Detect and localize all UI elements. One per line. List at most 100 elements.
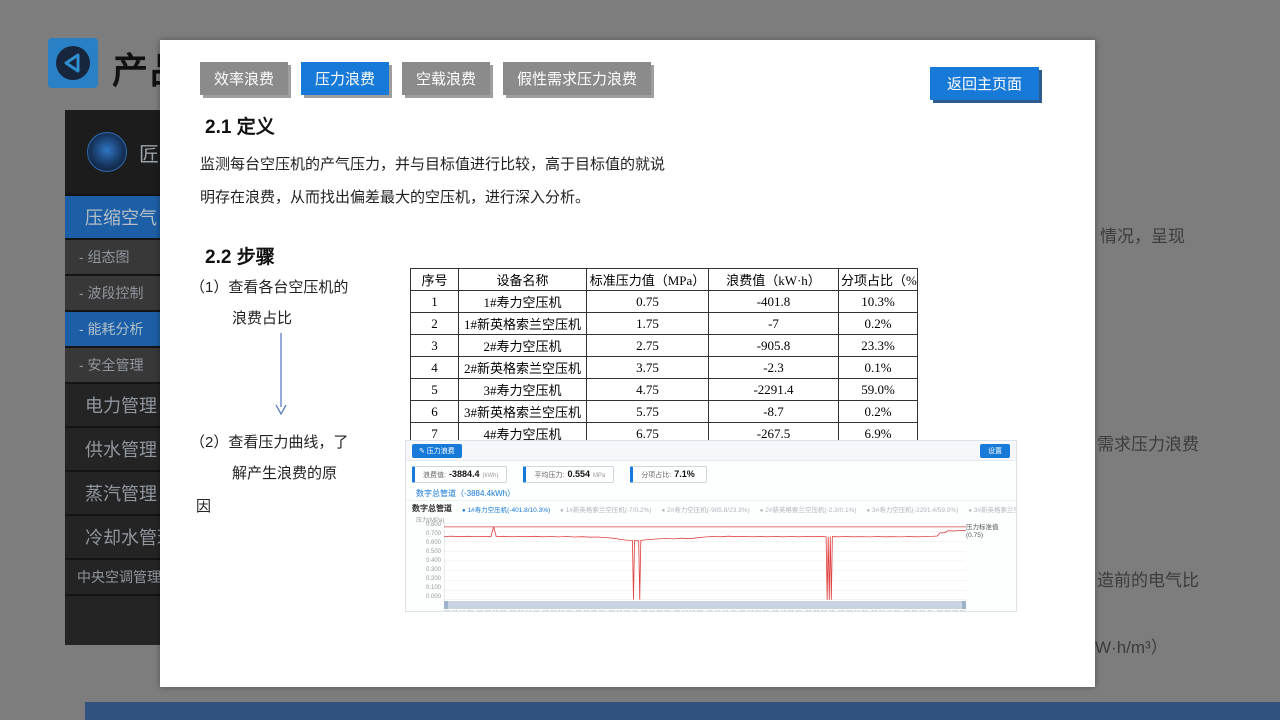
- table-cell: 3.75: [587, 357, 709, 379]
- table-cell: 3#寿力空压机: [459, 379, 587, 401]
- table-cell: -401.8: [709, 291, 839, 313]
- content-panel: 效率浪费 压力浪费 空载浪费 假性需求压力浪费 返回主页面 2.1 定义 监测每…: [160, 40, 1095, 687]
- legend-dot-icon: ●: [462, 508, 466, 514]
- slider-right-handle[interactable]: [962, 601, 966, 609]
- legend-title: 数字总管道: [412, 503, 452, 514]
- time-range-slider[interactable]: [444, 601, 966, 609]
- y-tick-label: 0.300: [410, 567, 441, 573]
- legend-item[interactable]: ● 2#新英格索兰空压机(-2.3/0.1%): [760, 504, 857, 514]
- page-bottom-bar: [85, 702, 1280, 720]
- stat-average-pressure: 平均压力: 0.554 MPa: [523, 466, 614, 483]
- main-pipe-link[interactable]: 数字总管道（-3884.4kWh）: [416, 488, 1016, 499]
- table-cell: 5.75: [587, 401, 709, 423]
- x-tick-label: 02-06 10:25: [543, 610, 572, 612]
- down-arrow-icon: [274, 333, 288, 415]
- chart-series: [444, 527, 966, 600]
- table-cell: 23.3%: [839, 335, 918, 357]
- settings-button[interactable]: 设置: [980, 444, 1010, 458]
- legend-dot-icon: ●: [867, 508, 871, 514]
- back-icon: [54, 44, 92, 82]
- slider-left-handle[interactable]: [444, 601, 448, 609]
- table-cell: 0.2%: [839, 401, 918, 423]
- table-cell: 2#新英格索兰空压机: [459, 357, 587, 379]
- table-cell: -7: [709, 313, 839, 335]
- back-button[interactable]: [48, 38, 98, 88]
- legend-item[interactable]: ● 3#新英格索兰空压机(-8.7/0.2%): [968, 504, 1016, 514]
- x-tick-label: 02-26 06:45: [904, 610, 933, 612]
- x-tick-label: 02-13 15:20: [674, 610, 703, 612]
- brand-logo-icon: [87, 132, 127, 172]
- pressure-curve-screenshot: ✎ 压力浪费 设置 浪费值: -3884.4 (kWh) 平均压力: 0.554…: [405, 440, 1017, 612]
- background-text-fragment: 情况，呈现: [1100, 222, 1185, 247]
- legend-dot-icon: ●: [760, 508, 764, 514]
- x-tick-label: 02-20 20:45: [805, 610, 834, 612]
- table-cell: -2291.4: [709, 379, 839, 401]
- table-row: 21#新英格索兰空压机1.75-70.2%: [411, 313, 918, 335]
- x-tick-label: 02-28 02:20: [937, 610, 966, 612]
- table-cell: 2#寿力空压机: [459, 335, 587, 357]
- legend-dot-icon: ●: [662, 508, 666, 514]
- table-cell: -905.8: [709, 335, 839, 357]
- table-header-row: 序号设备名称标准压力值（MPa）浪费值（kW·h）分项占比（%）: [411, 269, 918, 291]
- chart-zone: 压力(MPa) 0.8000.7000.6000.5000.4000.3000.…: [410, 516, 1012, 600]
- stat-item-ratio: 分项占比: 7.1%: [630, 466, 706, 483]
- x-tick-label: 02-19 01:20: [773, 610, 802, 612]
- table-header-cell: 浪费值（kW·h）: [709, 269, 839, 291]
- waste-data-table: 序号设备名称标准压力值（MPa）浪费值（kW·h）分项占比（%） 11#寿力空压…: [410, 268, 918, 467]
- tab-pressure-waste[interactable]: 压力浪费: [301, 62, 389, 95]
- definition-heading: 2.1 定义: [205, 112, 275, 139]
- table-cell: 3: [411, 335, 459, 357]
- y-tick-label: 0.000: [410, 594, 441, 600]
- x-tick-label: 02-11 20:20: [641, 610, 670, 612]
- table-cell: 0.1%: [839, 357, 918, 379]
- chart-legend: 数字总管道 ● 1#寿力空压机(-401.8/10.3%) ● 1#新英格索兰空压…: [406, 500, 1016, 515]
- pressure-waste-chip: ✎ 压力浪费: [412, 444, 462, 458]
- tab-false-demand-pressure-waste[interactable]: 假性需求压力浪费: [503, 62, 651, 95]
- table-cell: 0.75: [587, 291, 709, 313]
- table-cell: 1#新英格索兰空压机: [459, 313, 587, 335]
- pressure-line-chart: [444, 522, 966, 600]
- x-tick-label: 02-04 14:40: [510, 610, 539, 612]
- y-tick-label: 0.400: [410, 558, 441, 564]
- steps-heading: 2.2 步骤: [205, 242, 275, 269]
- table-cell: 0.2%: [839, 313, 918, 335]
- legend-item[interactable]: ● 2#寿力空压机(-905.8/23.3%): [662, 504, 750, 514]
- table-cell: 3#新英格索兰空压机: [459, 401, 587, 423]
- y-axis-ticks: 0.8000.7000.6000.5000.4000.3000.2000.100…: [410, 516, 444, 600]
- return-home-button[interactable]: 返回主页面: [930, 67, 1039, 100]
- table-cell: 1: [411, 291, 459, 313]
- x-tick-label: 02-02 18:20: [477, 610, 506, 612]
- tab-idle-waste[interactable]: 空载浪费: [402, 62, 490, 95]
- x-tick-label: 02-08 05:20: [576, 610, 605, 612]
- table-row: 53#寿力空压机4.75-2291.459.0%: [411, 379, 918, 401]
- table-cell: 10.3%: [839, 291, 918, 313]
- waste-type-tabs: 效率浪费 压力浪费 空载浪费 假性需求压力浪费: [200, 62, 651, 95]
- table-cell: 6: [411, 401, 459, 423]
- background-text-fragment: 需求压力浪费: [1097, 430, 1199, 455]
- table-cell: 4: [411, 357, 459, 379]
- x-axis-ticks: 02-01 19:2002-02 18:2002-04 14:4002-06 1…: [444, 610, 966, 612]
- x-tick-label: 02-17 06:20: [740, 610, 769, 612]
- y-tick-label: 0.700: [410, 531, 441, 537]
- step1-line2: 浪费占比: [232, 307, 292, 328]
- y-tick-label: 0.200: [410, 576, 441, 582]
- x-tick-label: 02-10 00:45: [608, 610, 637, 612]
- legend-item[interactable]: ● 1#寿力空压机(-401.8/10.3%): [462, 504, 550, 514]
- tab-efficiency-waste[interactable]: 效率浪费: [200, 62, 288, 95]
- table-cell: -8.7: [709, 401, 839, 423]
- table-cell: 1#寿力空压机: [459, 291, 587, 313]
- brand-label: 匠: [139, 138, 159, 167]
- step2-line3: 因: [196, 495, 211, 516]
- table-cell: 2.75: [587, 335, 709, 357]
- x-tick-label: 02-24 11:20: [871, 610, 900, 612]
- table-header-cell: 标准压力值（MPa）: [587, 269, 709, 291]
- legend-dot-icon: ●: [560, 508, 564, 514]
- standard-value-annotation: 压力标准值 (0.75): [966, 516, 1012, 600]
- screenshot-header: ✎ 压力浪费 设置: [406, 441, 1016, 461]
- stat-waste-value: 浪费值: -3884.4 (kWh): [412, 466, 507, 483]
- table-row: 42#新英格索兰空压机3.75-2.30.1%: [411, 357, 918, 379]
- table-row: 63#新英格索兰空压机5.75-8.70.2%: [411, 401, 918, 423]
- legend-item[interactable]: ● 3#寿力空压机(-2291.4/59.0%): [867, 504, 959, 514]
- legend-item[interactable]: ● 1#新英格索兰空压机(-7/0.2%): [560, 504, 651, 514]
- step1-line1: （1）查看各台空压机的: [190, 276, 348, 297]
